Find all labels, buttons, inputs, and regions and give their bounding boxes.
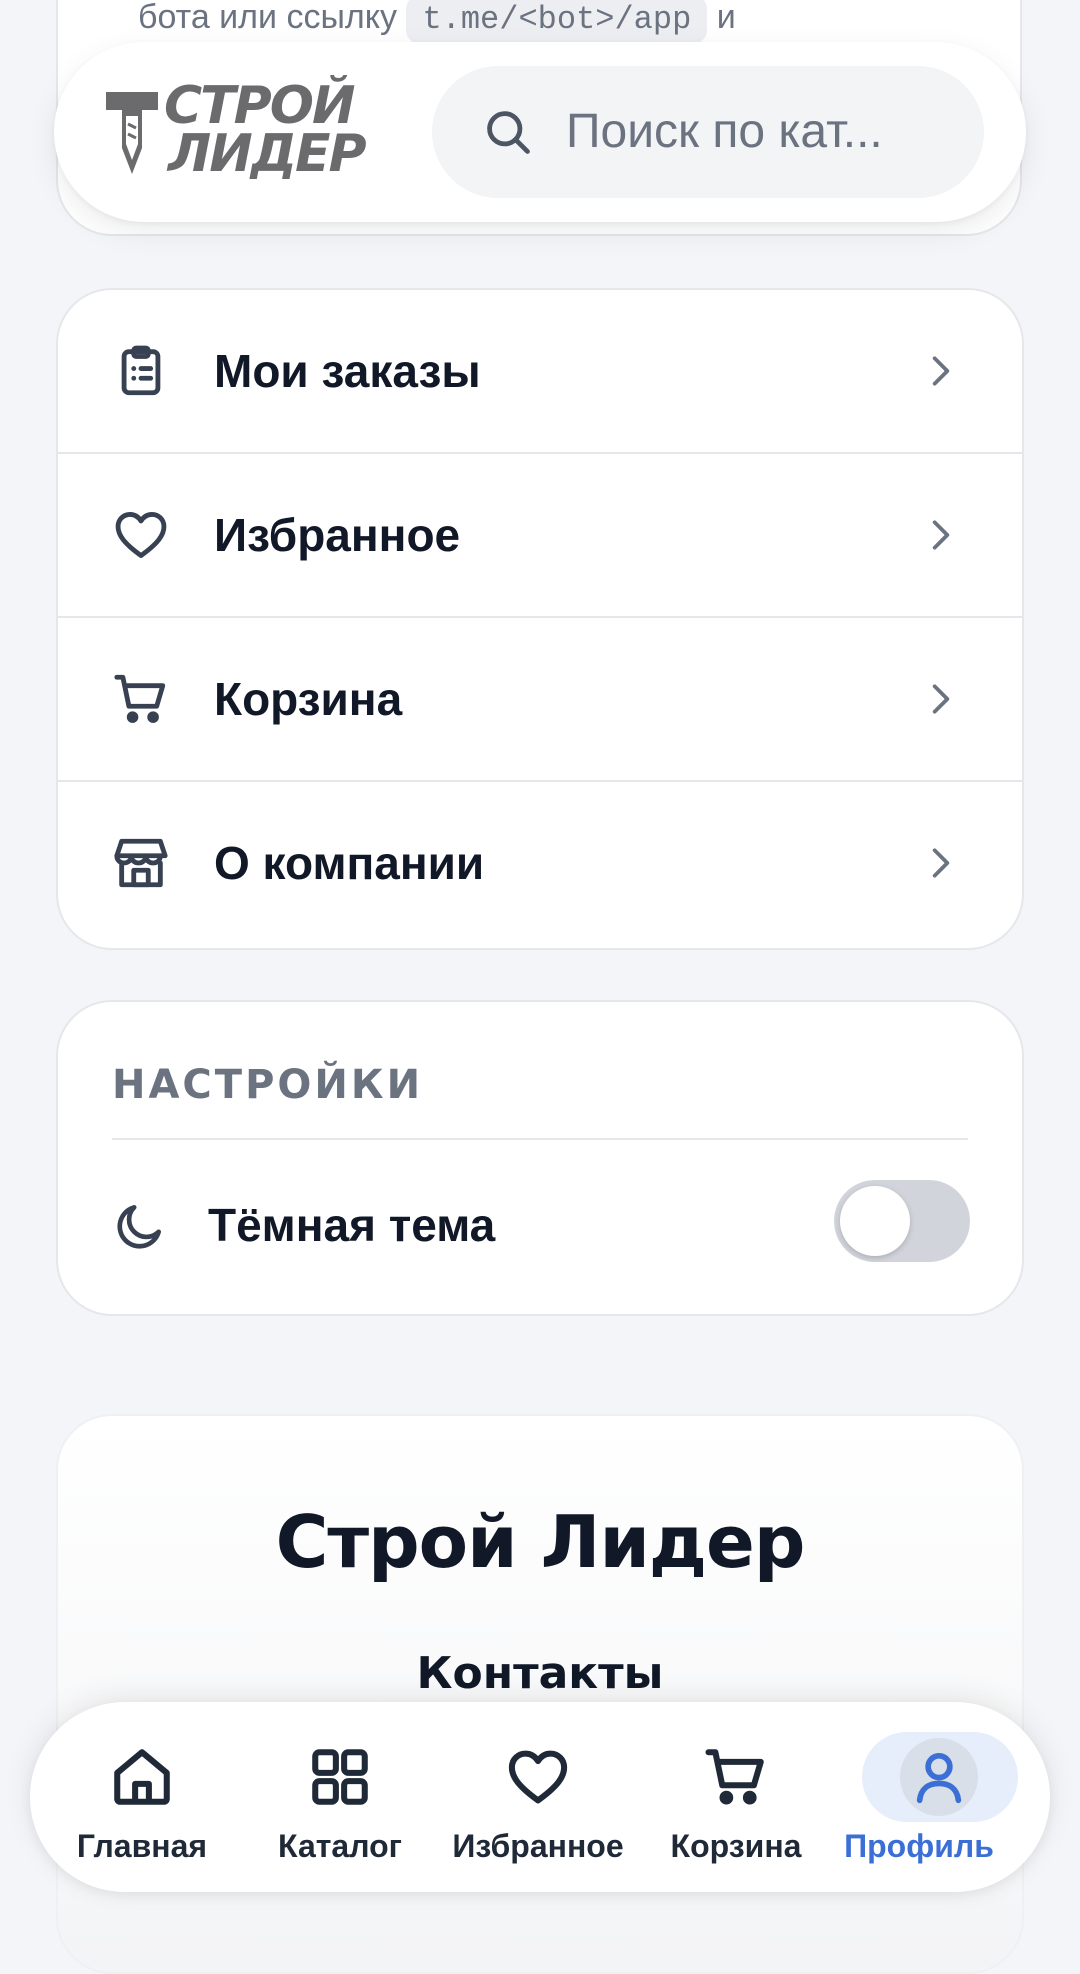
menu-item-label: Корзина — [214, 673, 403, 725]
search-input[interactable]: Поиск по кат... — [432, 66, 984, 198]
user-icon — [916, 1752, 962, 1804]
nav-item-home[interactable]: Главная — [43, 1702, 241, 1892]
nav-label: Профиль — [844, 1828, 994, 1864]
settings-section: НАСТРОЙКИ Тёмная тема — [56, 1000, 1024, 1316]
logo[interactable]: СТРОЙ ЛИДЕР — [102, 80, 462, 184]
home-icon — [114, 1749, 170, 1805]
search-icon — [487, 111, 530, 154]
cart-icon — [705, 1749, 764, 1805]
profile-menu: Мои заказы Избранное Корзина О компании — [56, 288, 1024, 950]
logo-text-line2: ЛИДЕР — [168, 124, 367, 184]
chevron-right-icon — [932, 520, 950, 550]
grid-icon — [312, 1749, 368, 1805]
chevron-right-icon — [932, 848, 950, 878]
footer-brand: Строй Лидер — [275, 1500, 806, 1584]
previous-section-text: бота или ссылку t.me/<bot>/app и — [138, 0, 736, 44]
heart-icon — [115, 512, 167, 558]
cart-icon — [114, 674, 166, 723]
dark-theme-toggle[interactable] — [834, 1180, 970, 1262]
menu-item-orders[interactable]: Мои заказы — [58, 290, 1022, 454]
toggle-knob — [840, 1186, 910, 1256]
nav-item-profile[interactable]: Профиль — [844, 1702, 1058, 1892]
menu-item-label: О компании — [214, 837, 485, 889]
previous-section-partial-tail: и — [716, 0, 736, 36]
nav-item-favorites[interactable]: Избранное — [439, 1702, 637, 1892]
menu-item-label: Мои заказы — [214, 345, 481, 397]
moon-icon — [117, 1205, 162, 1249]
settings-title: НАСТРОЙКИ — [112, 1062, 424, 1108]
dark-theme-label: Тёмная тема — [208, 1199, 496, 1251]
header-bar: СТРОЙ ЛИДЕР Поиск по кат... — [54, 42, 1026, 222]
store-icon — [114, 838, 168, 888]
menu-item-cart[interactable]: Корзина — [58, 618, 1022, 782]
nav-item-catalog[interactable]: Каталог — [241, 1702, 439, 1892]
logo-mark-icon — [106, 92, 158, 174]
menu-item-about-company[interactable]: О компании — [58, 782, 1022, 946]
settings-divider — [112, 1138, 968, 1140]
bottom-navigation: Главная Каталог Избранное Корзина Профил — [30, 1702, 1050, 1892]
chevron-right-icon — [932, 356, 950, 386]
chevron-right-icon — [932, 684, 950, 714]
previous-section-code: t.me/<bot>/app — [406, 0, 708, 44]
menu-item-favorites[interactable]: Избранное — [58, 454, 1022, 618]
clipboard-list-icon — [121, 345, 161, 396]
previous-section-partial-text: бота или ссылку — [138, 0, 397, 36]
footer-contacts-title: Контакты — [416, 1648, 664, 1699]
search-placeholder: Поиск по кат... — [566, 105, 883, 158]
menu-item-label: Избранное — [214, 509, 461, 561]
heart-icon — [508, 1750, 568, 1804]
